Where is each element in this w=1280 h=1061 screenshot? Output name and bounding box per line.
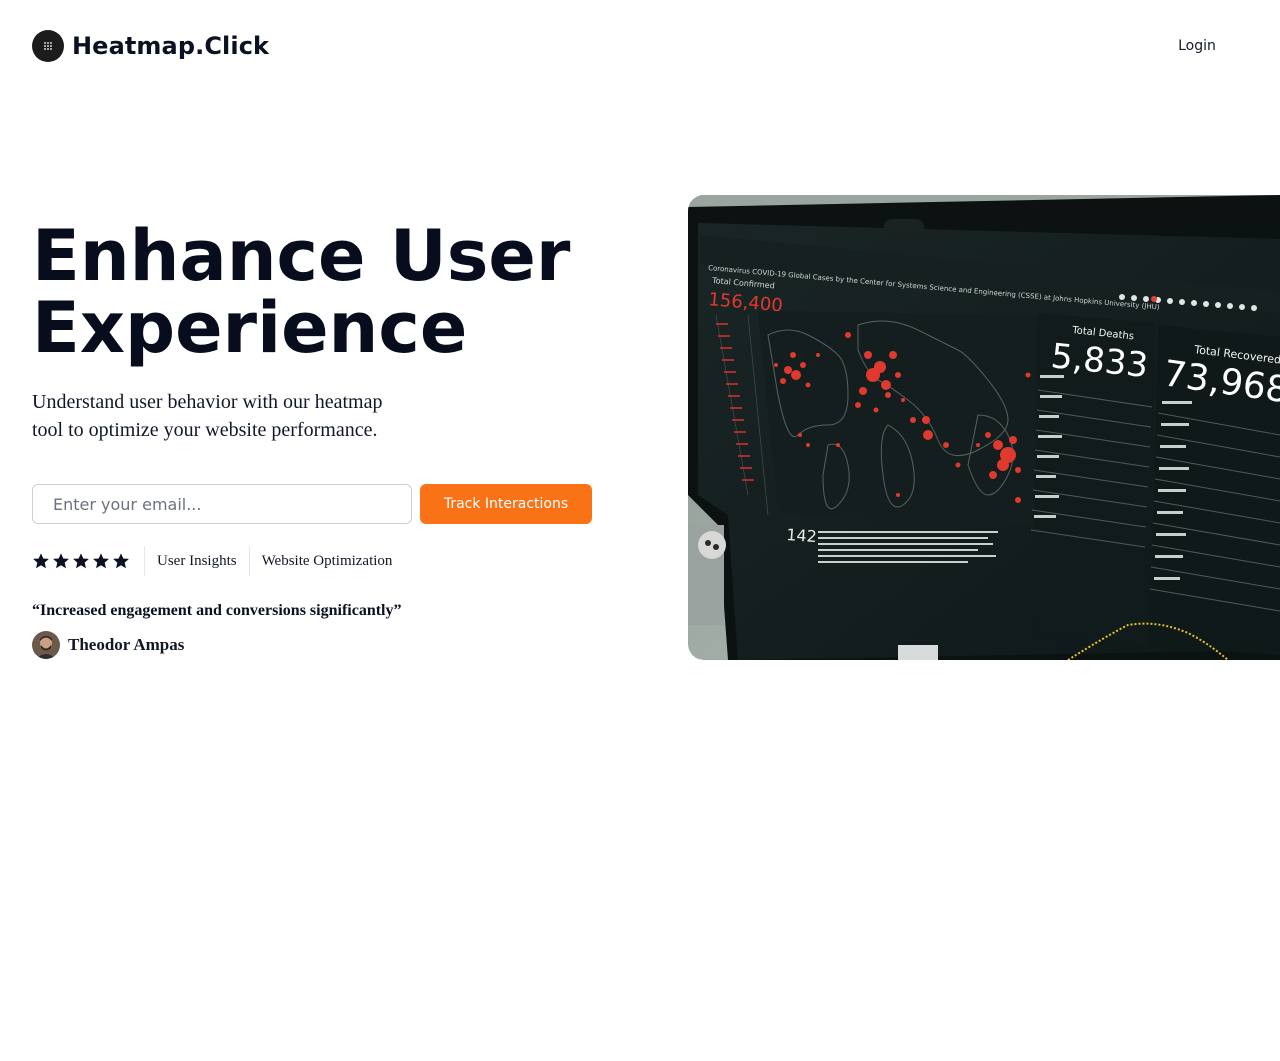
hero-subtitle: Understand user behavior with our heatma… — [32, 391, 383, 441]
hero-title-line-2: Experience — [32, 287, 468, 369]
track-interactions-button[interactable]: Track Interactions — [420, 484, 592, 524]
star-icon — [73, 553, 89, 569]
rating-row: User Insights Website Optimization — [32, 546, 404, 576]
tag-website-optimization: Website Optimization — [261, 553, 393, 569]
logo-icon[interactable] — [32, 30, 64, 62]
hero-title-line-1: Enhance User — [32, 215, 571, 297]
star-icon — [93, 553, 109, 569]
email-input[interactable] — [32, 484, 412, 524]
hero-image: Coronavirus COVID-19 Global Cases by the… — [688, 195, 1280, 660]
login-button[interactable]: Login — [1162, 28, 1232, 64]
star-rating — [32, 546, 145, 576]
hero-title: Enhance User Experience — [32, 220, 632, 364]
star-icon — [53, 553, 69, 569]
star-icon — [33, 553, 49, 569]
testimonial-quote: “Increased engagement and conversions si… — [32, 602, 402, 619]
avatar — [32, 631, 60, 659]
author-name: Theodor Ampas — [68, 635, 185, 654]
star-icon — [113, 553, 129, 569]
grid-dots-icon — [44, 42, 52, 50]
svg-text:142: 142 — [786, 525, 818, 546]
tag-user-insights: User Insights — [145, 546, 250, 576]
brand-name[interactable]: Heatmap.Click — [72, 30, 269, 62]
testimonial-author: Theodor Ampas — [32, 631, 184, 659]
site-header: Heatmap.Click Login — [0, 0, 1280, 92]
